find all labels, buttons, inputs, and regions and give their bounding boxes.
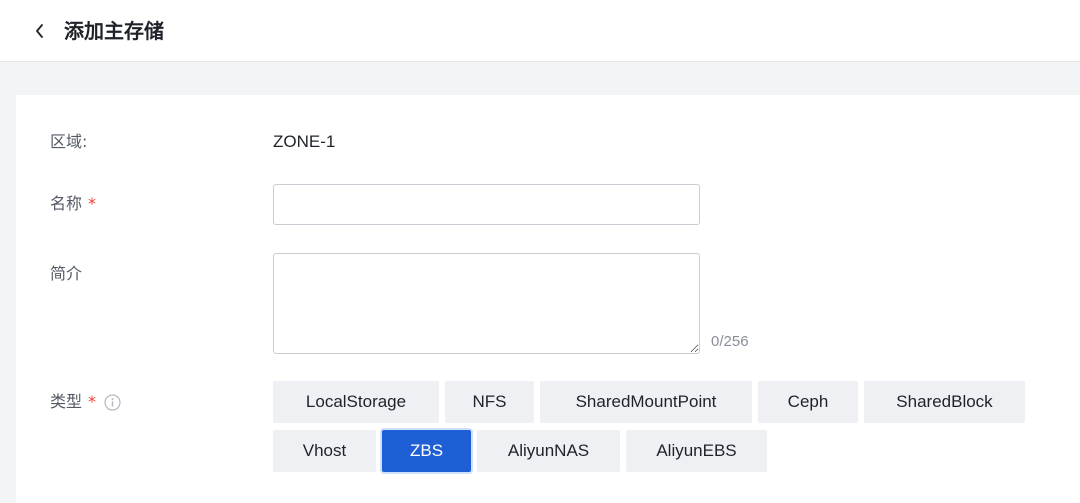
type-option-ceph[interactable]: Ceph xyxy=(758,381,858,423)
zone-label: 区域: xyxy=(50,131,87,153)
type-option-vhost[interactable]: Vhost xyxy=(273,430,376,472)
page-header: 添加主存储 xyxy=(0,0,1080,62)
desc-label: 简介 xyxy=(50,263,82,285)
name-label: 名称 * xyxy=(50,193,96,215)
type-option-localstorage[interactable]: LocalStorage xyxy=(273,381,439,423)
required-mark: * xyxy=(88,194,97,213)
page-title: 添加主存储 xyxy=(64,19,164,43)
type-option-sharedblock[interactable]: SharedBlock xyxy=(864,381,1025,423)
zone-label-text: 区域: xyxy=(50,132,88,151)
name-input[interactable] xyxy=(273,184,700,225)
type-label-text: 类型 xyxy=(50,392,83,411)
description-textarea[interactable] xyxy=(273,253,700,354)
name-label-text: 名称 xyxy=(50,194,83,213)
info-icon[interactable] xyxy=(104,393,121,411)
zone-value: ZONE-1 xyxy=(273,132,336,151)
type-option-sharedmountpoint[interactable]: SharedMountPoint xyxy=(540,381,752,423)
type-label: 类型 * xyxy=(50,391,121,413)
type-option-zbs[interactable]: ZBS xyxy=(382,430,471,472)
char-counter: 0/256 xyxy=(711,333,749,350)
required-mark: * xyxy=(88,392,97,411)
type-option-aliyunebs[interactable]: AliyunEBS xyxy=(626,430,767,472)
type-option-nfs[interactable]: NFS xyxy=(445,381,534,423)
chevron-left-icon xyxy=(36,24,43,38)
desc-label-text: 简介 xyxy=(50,264,83,283)
type-option-aliyunnas[interactable]: AliyunNAS xyxy=(477,430,620,472)
back-button[interactable] xyxy=(28,18,50,44)
